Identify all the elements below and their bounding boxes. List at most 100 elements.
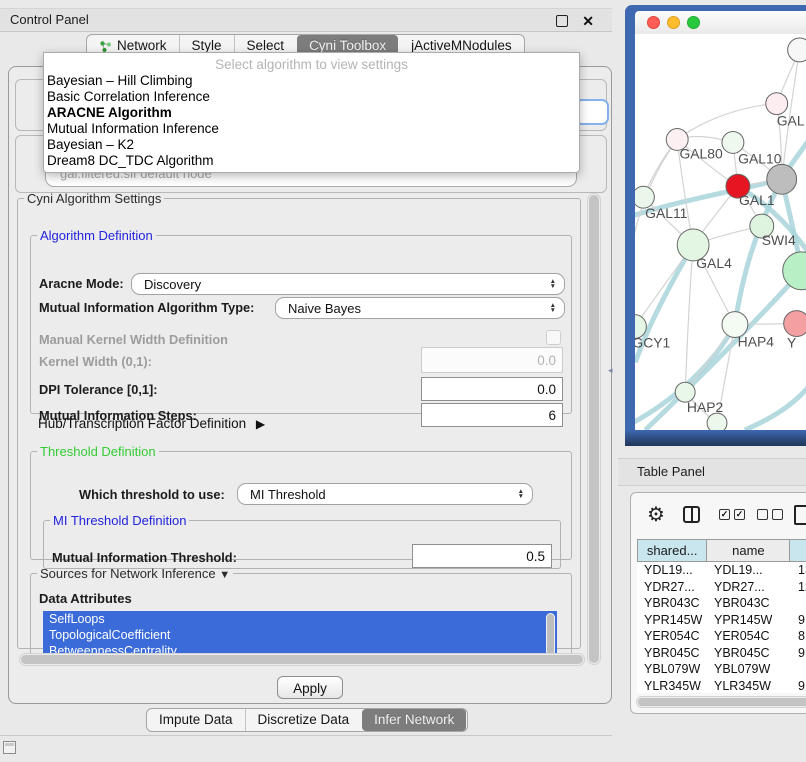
select-all-checkboxes-icon[interactable]: ✓✓ xyxy=(719,509,745,520)
dpi-tolerance-field[interactable] xyxy=(421,377,563,401)
network-canvas[interactable]: GALGAL80GAL10GAL1GAL11SWI4GAL4GCY1HAP4YH… xyxy=(635,34,806,430)
deselect-all-checkboxes-icon[interactable] xyxy=(757,509,783,520)
network-node[interactable] xyxy=(707,413,727,430)
minimize-button[interactable] xyxy=(667,16,680,29)
table-toolbar: ⚙ ✓✓ xyxy=(631,497,806,535)
zoom-button[interactable] xyxy=(687,16,700,29)
hub-transcription-section[interactable]: Hub/Transcription Factor Definition ▶ xyxy=(38,416,265,431)
which-threshold-label: Which threshold to use: xyxy=(79,487,225,502)
algorithm-dropdown-list: Select algorithm to view settingsBayesia… xyxy=(43,52,580,173)
table-row[interactable]: YBR045CYBR045C9. xyxy=(637,645,806,662)
data-attributes-label: Data Attributes xyxy=(39,591,132,606)
mi-algorithm-type-combobox[interactable]: Naive Bayes ▲▼ xyxy=(275,297,565,319)
dpi-tolerance-label: DPI Tolerance [0,1]: xyxy=(39,382,158,397)
algorithm-option[interactable]: Mutual Information Inference xyxy=(44,121,579,137)
columns-icon[interactable] xyxy=(683,506,700,523)
table-cell: YBR045C xyxy=(707,645,791,662)
tab-impute-data[interactable]: Impute Data xyxy=(147,709,245,731)
table-cell xyxy=(791,595,806,612)
table-cell: YDR27... xyxy=(707,579,791,596)
network-node[interactable] xyxy=(766,93,788,115)
algorithm-option[interactable]: Bayesian – K2 xyxy=(44,137,579,153)
network-node[interactable] xyxy=(784,311,806,337)
data-attribute-item[interactable]: SelfLoops xyxy=(43,611,557,627)
table-cell: YPR145W xyxy=(637,612,707,629)
table-horizontal-scrollbar[interactable] xyxy=(636,696,806,708)
apply-button[interactable]: Apply xyxy=(277,676,343,699)
new-table-icon[interactable] xyxy=(794,505,806,525)
table-cell: YLR345W xyxy=(707,678,791,694)
close-icon[interactable]: ✕ xyxy=(582,11,594,31)
bottom-tabbar: Impute Data Discretize Data Infer Networ… xyxy=(146,708,468,732)
kernel-width-field[interactable] xyxy=(421,347,563,373)
table-row[interactable]: YER054CYER054C8. xyxy=(637,628,806,645)
which-threshold-combobox[interactable]: MI Threshold ▲▼ xyxy=(237,483,533,505)
tab-infer-network[interactable]: Infer Network xyxy=(362,709,466,731)
network-node[interactable] xyxy=(783,252,806,290)
table-row[interactable]: YDL19...YDL19...13 xyxy=(637,562,806,579)
table-cell: YDL19... xyxy=(707,562,791,579)
tab-discretize-data[interactable]: Discretize Data xyxy=(245,709,362,731)
data-attribute-item[interactable]: TopologicalCoefficient xyxy=(43,627,557,643)
column-header-name[interactable]: name xyxy=(707,540,790,561)
algorithm-definition-group: Algorithm Definition Aracne Mode: Discov… xyxy=(30,228,572,414)
manual-kernel-width-checkbox[interactable] xyxy=(546,330,561,345)
column-header-shared-name[interactable]: shared... xyxy=(638,540,707,561)
algorithm-option[interactable]: Dream8 DC_TDC Algorithm xyxy=(44,153,579,169)
kernel-width-label: Kernel Width (0,1): xyxy=(39,354,152,369)
algorithm-option[interactable]: Basic Correlation Inference xyxy=(44,89,579,105)
data-attributes-list[interactable]: SelfLoopsTopologicalCoefficientBetweenne… xyxy=(43,611,557,658)
node-label: SWI4 xyxy=(762,232,796,248)
collapse-right-arrow-icon[interactable]: ▶ xyxy=(256,417,265,431)
network-node[interactable] xyxy=(788,38,806,62)
stepper-arrows-icon: ▲▼ xyxy=(518,489,532,499)
control-panel-title: Control Panel xyxy=(10,9,89,31)
node-label: GAL80 xyxy=(679,145,723,161)
splitter-handle[interactable]: ◂ xyxy=(608,365,613,376)
network-window-bottom-frame xyxy=(625,430,806,446)
table-cell: YER054C xyxy=(637,628,707,645)
algorithm-option[interactable]: Bayesian – Hill Climbing xyxy=(44,73,579,89)
table-row[interactable]: YBR043CYBR043C xyxy=(637,595,806,612)
which-threshold-value: MI Threshold xyxy=(238,487,518,502)
minimized-panel-icon[interactable] xyxy=(3,741,16,754)
network-nodes: GALGAL80GAL10GAL1GAL11SWI4GAL4GCY1HAP4YH… xyxy=(635,38,806,430)
table-cell: YLR345W xyxy=(637,678,707,694)
focused-combo-fragment[interactable] xyxy=(575,99,609,125)
table-panel-titlebar: Table Panel xyxy=(618,458,806,486)
table-cell: YBR043C xyxy=(707,595,791,612)
table-cell: YER054C xyxy=(707,628,791,645)
algorithm-option[interactable]: ARACNE Algorithm xyxy=(44,105,579,121)
table-cell: YBR045C xyxy=(637,645,707,662)
attributes-list-scrollbar[interactable] xyxy=(546,613,555,656)
gear-icon[interactable]: ⚙ xyxy=(647,502,665,527)
network-canvas-container[interactable]: GALGAL80GAL10GAL1GAL11SWI4GAL4GCY1HAP4YH… xyxy=(635,34,806,430)
table-cell: 9. xyxy=(791,645,806,662)
node-table: shared... name YDL19...YDL19...13YDR27..… xyxy=(637,539,806,693)
settings-vertical-scrollbar[interactable] xyxy=(587,193,601,665)
close-button[interactable] xyxy=(647,16,660,29)
table-row[interactable]: YDR27...YDR27...12 xyxy=(637,579,806,596)
stepper-arrows-icon: ▲▼ xyxy=(550,279,564,289)
table-cell xyxy=(791,661,806,678)
table-cell: 8. xyxy=(791,628,806,645)
table-panel-title: Table Panel xyxy=(637,459,705,485)
mi-threshold-field[interactable] xyxy=(412,544,552,568)
node-label: Y xyxy=(787,334,796,350)
table-cell: YBR043C xyxy=(637,595,707,612)
aracne-mode-combobox[interactable]: Discovery ▲▼ xyxy=(131,273,565,295)
stepper-arrows-icon: ▲▼ xyxy=(550,303,564,313)
table-row[interactable]: YLR345WYLR345W9. xyxy=(637,678,806,694)
table-cell: YBL079W xyxy=(637,661,707,678)
network-node[interactable] xyxy=(767,164,797,194)
float-window-icon[interactable] xyxy=(556,15,568,27)
settings-horizontal-scrollbar[interactable] xyxy=(19,653,585,666)
table-row[interactable]: YBL079WYBL079W xyxy=(637,661,806,678)
collapse-down-arrow-icon[interactable]: ▼ xyxy=(219,569,230,581)
table-header: shared... name xyxy=(637,539,806,562)
control-panel-titlebar: Control Panel ✕ xyxy=(0,8,612,32)
table-row[interactable]: YPR145WYPR145W9. xyxy=(637,612,806,629)
table-cell: 9. xyxy=(791,678,806,694)
mi-steps-field[interactable] xyxy=(421,403,563,427)
column-header-clipped[interactable] xyxy=(790,540,806,561)
